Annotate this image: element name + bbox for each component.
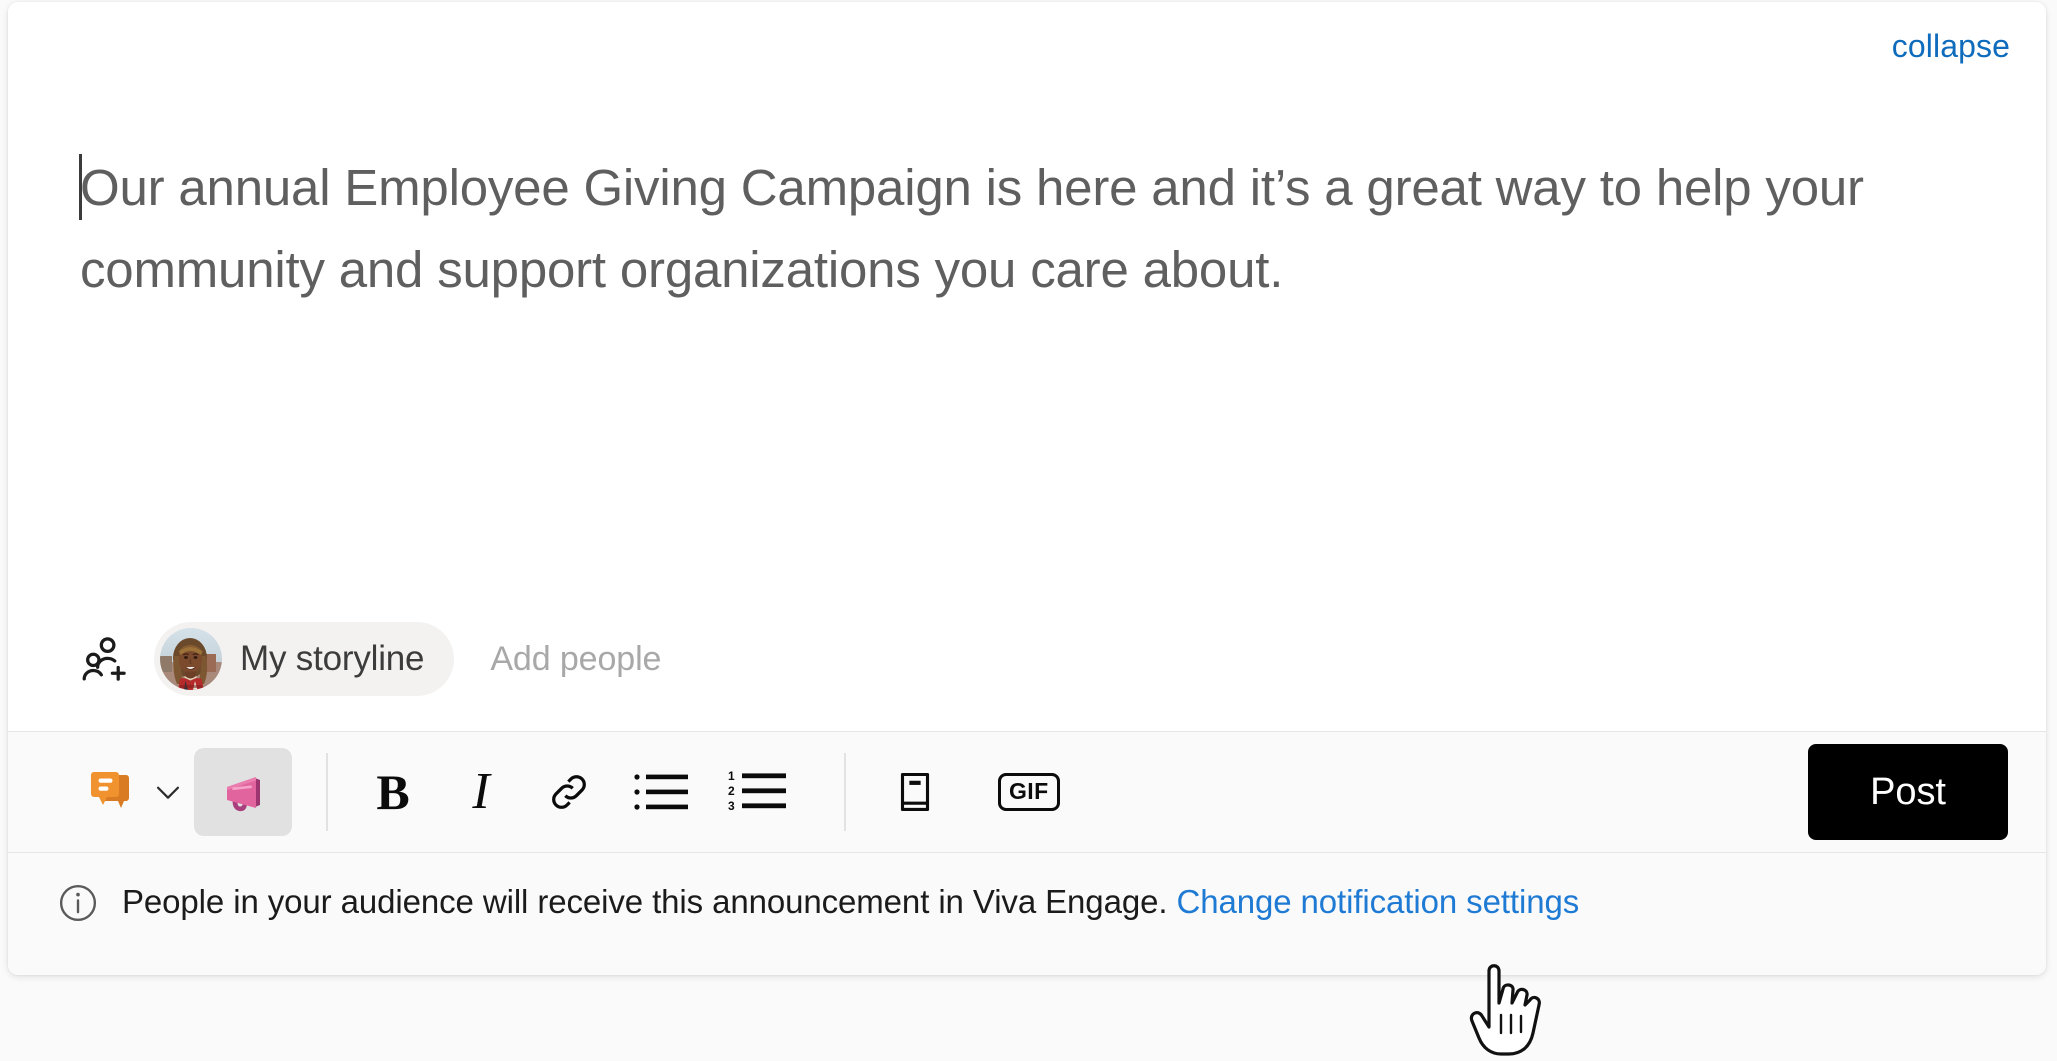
italic-button[interactable]: I [450, 761, 512, 823]
gif-button[interactable]: GIF [998, 761, 1060, 823]
toolbar-divider-2 [844, 753, 846, 831]
post-button[interactable]: Post [1808, 744, 2008, 840]
collapse-link[interactable]: collapse [1892, 30, 2010, 62]
media-button[interactable] [884, 761, 946, 823]
link-button[interactable] [538, 761, 600, 823]
gif-label: GIF [998, 773, 1060, 811]
add-people-input[interactable]: Add people [490, 640, 661, 679]
add-people-icon[interactable] [76, 630, 134, 688]
post-editor-region: collapse Our annual Employee Giving Camp… [8, 2, 2046, 731]
post-body-text[interactable]: Our annual Employee Giving Campaign is h… [80, 147, 1926, 311]
svg-text:1: 1 [728, 769, 735, 783]
italic-label: I [472, 763, 490, 820]
svg-text:2: 2 [728, 784, 735, 798]
notice-text: People in your audience will receive thi… [122, 883, 1168, 920]
audience-chip-my-storyline[interactable]: My storyline [154, 622, 455, 696]
post-type-chevron-down-icon[interactable] [142, 761, 194, 823]
audience-chip-label: My storyline [240, 639, 425, 678]
change-notification-settings-link[interactable]: Change notification settings [1176, 883, 1579, 920]
info-icon [56, 881, 100, 925]
bulleted-list-button[interactable] [626, 761, 696, 823]
post-type-announcement-icon[interactable] [194, 748, 292, 836]
notification-notice-bar: People in your audience will receive thi… [8, 853, 2046, 975]
bold-button[interactable]: B [362, 761, 424, 823]
composer-toolbar: B I 1 2 3 GIF Post [8, 731, 2046, 853]
notice-text-wrapper: People in your audience will receive thi… [122, 879, 1579, 925]
bold-label: B [376, 764, 410, 820]
audience-row: My storyline Add people [76, 622, 661, 696]
toolbar-divider-1 [326, 753, 328, 831]
svg-text:3: 3 [728, 799, 735, 813]
post-type-discussion-icon[interactable] [80, 761, 142, 823]
numbered-list-button[interactable]: 1 2 3 [722, 761, 798, 823]
announcement-composer-card: collapse Our annual Employee Giving Camp… [8, 2, 2046, 975]
avatar [160, 628, 222, 690]
screen-root: collapse Our annual Employee Giving Camp… [0, 0, 2057, 1061]
